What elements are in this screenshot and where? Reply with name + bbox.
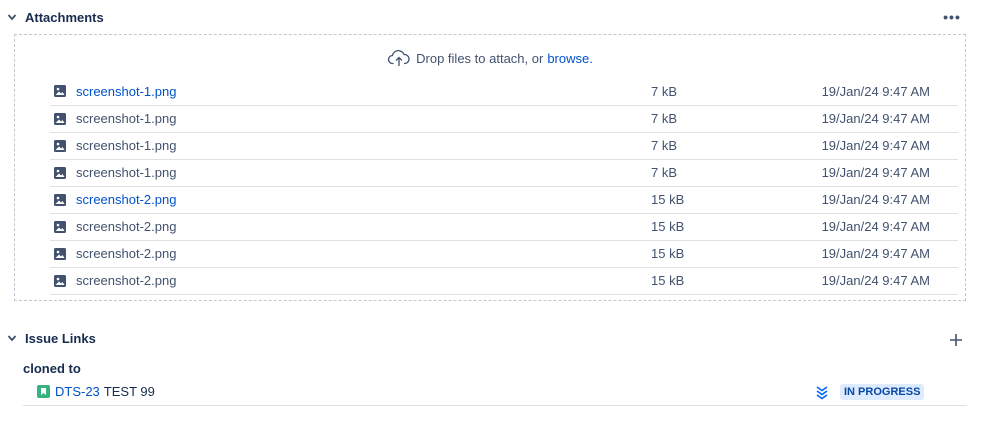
browse-link[interactable]: browse.	[547, 51, 593, 66]
image-file-icon	[50, 186, 76, 213]
image-file-icon	[50, 267, 76, 294]
attachment-row[interactable]: screenshot-1.png 7 kB 19/Jan/24 9:47 AM	[50, 132, 958, 159]
attachment-row[interactable]: screenshot-2.png 15 kB 19/Jan/24 9:47 AM	[50, 213, 958, 240]
attachment-name[interactable]: screenshot-2.png	[76, 213, 651, 240]
image-file-icon	[50, 240, 76, 267]
more-actions-icon[interactable]: •••	[942, 9, 962, 25]
attachments-title: Attachments	[25, 9, 104, 25]
attachment-date: 19/Jan/24 9:47 AM	[821, 83, 930, 99]
link-group-label: cloned to	[23, 361, 81, 376]
attachment-date: 19/Jan/24 9:47 AM	[821, 219, 930, 234]
attachment-size: 15 kB	[651, 192, 685, 207]
attachment-size: 15 kB	[651, 219, 685, 234]
drop-text: Drop files to attach, or	[416, 50, 544, 66]
image-file-icon	[50, 159, 76, 186]
image-file-icon	[50, 105, 76, 132]
cloud-upload-icon	[388, 50, 410, 66]
attachments-table: screenshot-1.png 7 kB 19/Jan/24 9:47 AM scr…	[50, 78, 958, 295]
attachment-row[interactable]: screenshot-1.png 7 kB 19/Jan/24 9:47 AM	[50, 78, 958, 105]
attachment-row[interactable]: screenshot-1.png 7 kB 19/Jan/24 9:47 AM	[50, 159, 958, 186]
attachment-size: 7 kB	[651, 165, 678, 180]
issue-links-title: Issue Links	[25, 330, 96, 346]
attachment-size: 15 kB	[651, 246, 685, 261]
issue-links-header: Issue Links	[2, 328, 96, 348]
story-bookmark-icon	[37, 385, 50, 398]
attachments-header: Attachments	[2, 7, 104, 27]
image-file-icon	[50, 213, 76, 240]
status-badge: IN PROGRESS	[840, 384, 925, 400]
image-file-icon	[50, 78, 76, 105]
attachment-date: 19/Jan/24 9:47 AM	[821, 273, 930, 288]
image-file-icon	[50, 132, 76, 159]
add-issue-link-icon[interactable]	[946, 330, 966, 350]
attachment-date: 19/Jan/24 9:47 AM	[821, 138, 930, 153]
attachment-name[interactable]: screenshot-2.png	[76, 186, 651, 213]
attachment-name[interactable]: screenshot-2.png	[76, 240, 651, 267]
attachment-name[interactable]: screenshot-1.png	[76, 78, 651, 105]
issue-link-row[interactable]: DTS-23 TEST 99 IN PROGRESS	[23, 378, 967, 406]
attachments-collapse-chevron-icon[interactable]	[2, 7, 22, 27]
attachments-dropzone[interactable]: Drop files to attach, or browse. screens…	[14, 34, 966, 301]
attachment-date: 19/Jan/24 9:47 AM	[821, 246, 930, 261]
attachment-name[interactable]: screenshot-1.png	[76, 105, 651, 132]
attachment-row[interactable]: screenshot-1.png 7 kB 19/Jan/24 9:47 AM	[50, 105, 958, 132]
attachment-row[interactable]: screenshot-2.png 15 kB 19/Jan/24 9:47 AM	[50, 240, 958, 267]
attachment-date: 19/Jan/24 9:47 AM	[821, 192, 930, 207]
priority-lowest-icon	[816, 386, 828, 400]
attachment-size: 15 kB	[651, 273, 685, 288]
attachment-name[interactable]: screenshot-1.png	[76, 159, 651, 186]
attachment-row[interactable]: screenshot-2.png 15 kB 19/Jan/24 9:47 AM	[50, 267, 958, 294]
issue-key-link[interactable]: DTS-23	[55, 384, 100, 399]
drop-prompt: Drop files to attach, or browse.	[15, 47, 965, 69]
attachment-size: 7 kB	[651, 138, 678, 153]
attachment-size: 7 kB	[651, 111, 678, 126]
attachment-name[interactable]: screenshot-2.png	[76, 267, 651, 294]
attachment-size: 7 kB	[651, 83, 678, 99]
attachment-name[interactable]: screenshot-1.png	[76, 132, 651, 159]
issue-summary: TEST 99	[103, 384, 155, 399]
issue-links-collapse-chevron-icon[interactable]	[2, 328, 22, 348]
attachment-date: 19/Jan/24 9:47 AM	[821, 111, 930, 126]
attachment-date: 19/Jan/24 9:47 AM	[821, 165, 930, 180]
attachment-row[interactable]: screenshot-2.png 15 kB 19/Jan/24 9:47 AM	[50, 186, 958, 213]
